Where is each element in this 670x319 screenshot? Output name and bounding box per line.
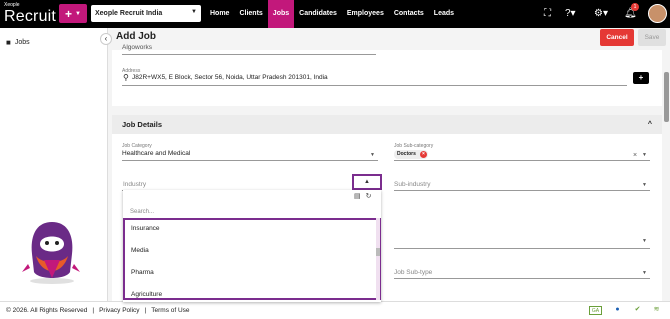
dropdown-scroll-thumb[interactable] [376, 248, 380, 256]
nav-employees[interactable]: Employees [342, 0, 389, 28]
job-subtype-select[interactable]: Job Sub-type [394, 269, 432, 276]
chevron-down-icon: ▼ [191, 9, 197, 15]
job-details-header[interactable]: Job Details ^ [112, 115, 662, 134]
page-header [108, 28, 670, 50]
chevron-down-icon[interactable]: ▼ [642, 182, 647, 188]
chevron-up-icon[interactable]: ^ [648, 115, 652, 134]
fullscreen-icon[interactable]: ⛶ [544, 8, 551, 20]
mascot-illustration [22, 222, 80, 284]
nav-contacts[interactable]: Contacts [389, 0, 429, 28]
section-title: Job Details [122, 120, 163, 129]
list-item[interactable]: Media [131, 247, 149, 254]
list-item[interactable]: Agriculture [131, 291, 162, 298]
ga-badge: GA [589, 306, 602, 315]
list-item[interactable]: Insurance [131, 225, 160, 232]
sidebar-item-jobs[interactable]: ■ Jobs [6, 38, 30, 47]
chevron-down-icon: ▼ [75, 10, 81, 17]
cancel-button[interactable]: Cancel [600, 29, 634, 46]
chevron-up-icon: ▲ [364, 179, 370, 185]
address-field[interactable]: J82R+WX5, E Block, Sector 56, Noida, Utt… [132, 74, 328, 81]
gear-icon[interactable]: ⚙▾ [594, 8, 608, 20]
top-navbar: Xeople Recruit + ▼ Xeople Recruit India ▼… [0, 0, 670, 28]
sidebar-collapse-button[interactable]: ‹ [100, 33, 112, 45]
nav-leads[interactable]: Leads [429, 0, 459, 28]
dropdown-search-input[interactable]: Search... [130, 209, 154, 215]
address-underline [122, 85, 627, 86]
brand-name: Recruit [4, 8, 57, 25]
footer-separator: | [92, 307, 95, 314]
save-button[interactable]: Save [638, 29, 666, 46]
privacy-policy-link[interactable]: Privacy Policy [99, 307, 139, 314]
main-nav: Home Clients Jobs Candidates Employees C… [205, 0, 459, 28]
sidebar-item-label: Jobs [14, 39, 30, 46]
reset-icon[interactable]: ↻ [366, 192, 372, 200]
chevron-down-icon[interactable]: ▼ [642, 270, 647, 276]
nav-candidates[interactable]: Candidates [294, 0, 342, 28]
dropdown-tools: ▤ ↻ [354, 192, 372, 200]
job-subtype-underline [394, 278, 650, 279]
add-address-button[interactable]: + [633, 72, 649, 84]
subcategory-chip: Doctors × [394, 150, 428, 159]
chevron-left-icon: ‹ [104, 34, 108, 43]
chip-remove-icon[interactable]: × [419, 151, 427, 158]
terms-link[interactable]: Terms of Use [151, 307, 189, 314]
page-title: Add Job [116, 31, 156, 42]
wifi-icon: ≋ [653, 306, 660, 313]
industry-select[interactable]: Industry [123, 181, 146, 188]
page-scroll-thumb[interactable] [664, 72, 669, 122]
job-category-label: Job Category [122, 143, 152, 149]
check-icon[interactable]: ✔ [631, 304, 644, 316]
dropdown-scrollbar[interactable] [376, 218, 380, 300]
job-subcategory-underline [394, 160, 650, 161]
notification-badge: 1 [631, 3, 639, 11]
industry-toggle-button[interactable]: ▲ [352, 174, 382, 190]
nav-home[interactable]: Home [205, 0, 234, 28]
footer-separator: | [144, 307, 147, 314]
company-select[interactable]: Xeople Recruit India ▼ [91, 5, 201, 22]
nav-jobs[interactable]: Jobs [267, 0, 295, 28]
location-underline [122, 54, 376, 55]
copyright-text: © 2026. All Rights Reserved [6, 307, 88, 314]
quick-add-label: + [65, 6, 73, 21]
company-select-value: Xeople Recruit India [95, 10, 163, 17]
job-category-underline [122, 160, 378, 161]
subindustry-underline [394, 190, 650, 191]
map-pin-icon: ⚲ [123, 73, 129, 82]
avatar[interactable] [648, 4, 667, 23]
dropdown-options-list: Insurance Media Pharma Agriculture [123, 218, 381, 300]
clear-icon[interactable]: × [633, 152, 637, 159]
chevron-down-icon[interactable]: ▼ [642, 238, 647, 244]
chevron-down-icon[interactable]: ▼ [642, 152, 647, 158]
page-scrollbar[interactable] [664, 50, 669, 300]
select-all-icon[interactable]: ▤ [354, 192, 361, 200]
location-field-partial[interactable]: Algoworks [122, 44, 152, 51]
subindustry-select[interactable]: Sub-industry [394, 181, 431, 188]
job-subcategory-label: Job Sub-category [394, 143, 434, 149]
industry-dropdown: ▤ ↻ Search... Insurance Media Pharma Agr… [123, 190, 381, 302]
user-icon[interactable]: ● [611, 304, 624, 316]
help-icon[interactable]: ?▾ [565, 8, 576, 20]
list-item[interactable]: Pharma [131, 269, 154, 276]
footer: © 2026. All Rights Reserved | Privacy Po… [0, 301, 670, 319]
chevron-down-icon[interactable]: ▼ [370, 152, 375, 158]
field-underline [394, 248, 650, 249]
job-category-select[interactable]: Healthcare and Medical [122, 150, 190, 157]
briefcase-icon: ■ [6, 38, 11, 47]
chip-label: Doctors [397, 151, 416, 157]
quick-add-button[interactable]: + ▼ [59, 4, 87, 23]
nav-clients[interactable]: Clients [234, 0, 267, 28]
